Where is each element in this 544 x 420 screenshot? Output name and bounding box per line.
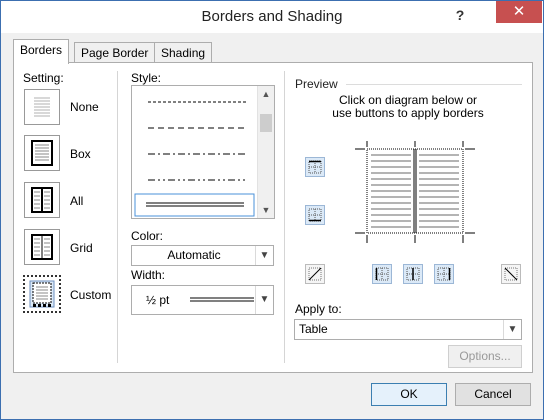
setting-none-button[interactable]	[24, 89, 60, 125]
color-value: Automatic	[167, 248, 221, 262]
left-border-button[interactable]	[372, 264, 392, 284]
chevron-down-icon[interactable]: ▼	[503, 320, 521, 339]
style-selected-item	[134, 193, 255, 217]
color-label: Color:	[131, 229, 164, 243]
setting-grid-button[interactable]	[24, 229, 60, 265]
tab-borders-label: Borders	[20, 43, 63, 57]
scroll-down-arrow-icon[interactable]: ▼	[258, 202, 274, 218]
apply-to-value: Table	[299, 322, 328, 336]
cancel-button[interactable]: Cancel	[455, 383, 531, 406]
bottom-border-icon	[308, 208, 322, 222]
preview-rule	[346, 84, 522, 85]
left-border-icon	[375, 267, 389, 281]
preview-label: Preview	[295, 77, 338, 91]
ok-button[interactable]: OK	[371, 383, 447, 406]
diagonal-up-border-icon	[308, 267, 322, 281]
divider	[117, 71, 118, 363]
preview-instructions-line1: Click on diagram below or	[338, 93, 478, 107]
style-list-scrollbar[interactable]: ▲ ▼	[257, 86, 274, 218]
divider	[284, 71, 285, 363]
tab-shading[interactable]: Shading	[154, 42, 213, 63]
box-setting-icon	[31, 140, 53, 166]
diagonal-down-border-icon	[504, 267, 518, 281]
setting-grid-label: Grid	[70, 241, 93, 255]
preview-instructions-line2: use buttons to apply borders	[332, 106, 484, 120]
apply-to-dropdown[interactable]: Table ▼	[294, 319, 522, 340]
width-label: Width:	[131, 268, 166, 282]
width-dropdown[interactable]: ½ pt ▼	[131, 285, 274, 315]
width-line-sample	[190, 297, 254, 302]
diagonal-down-right-border-button[interactable]	[501, 264, 521, 284]
title-bar: Borders and Shading ? ✕	[1, 1, 543, 33]
style-list[interactable]: ▲ ▼	[131, 85, 275, 219]
setting-box-button[interactable]	[24, 135, 60, 171]
setting-all-label: All	[70, 194, 84, 208]
right-border-button[interactable]	[434, 264, 454, 284]
setting-custom-label: Custom	[70, 288, 112, 302]
none-setting-icon	[34, 97, 50, 117]
tab-page-border[interactable]: Page Border	[74, 42, 156, 63]
chevron-down-icon[interactable]: ▼	[255, 286, 273, 314]
tab-page-border-label: Page Border	[81, 46, 149, 60]
top-border-icon	[308, 160, 322, 174]
right-border-icon	[437, 267, 451, 281]
apply-to-label: Apply to:	[295, 302, 342, 316]
grid-setting-icon	[31, 234, 53, 260]
top-border-button[interactable]	[305, 157, 325, 177]
style-line-samples	[134, 101, 255, 217]
setting-all-button[interactable]	[24, 182, 60, 218]
setting-none-label: None	[70, 100, 99, 114]
inside-vertical-border-button[interactable]	[403, 264, 423, 284]
color-dropdown[interactable]: Automatic ▼	[131, 245, 274, 266]
all-setting-icon	[31, 187, 53, 213]
preview-diagram[interactable]	[353, 141, 477, 251]
tab-shading-label: Shading	[161, 46, 206, 60]
close-button[interactable]: ✕	[496, 1, 542, 23]
setting-label: Setting:	[23, 71, 64, 85]
setting-box-label: Box	[70, 147, 91, 161]
scroll-up-arrow-icon[interactable]: ▲	[258, 86, 274, 102]
scroll-thumb[interactable]	[260, 114, 272, 132]
options-button[interactable]: Options...	[448, 345, 522, 368]
borders-and-shading-dialog: Borders and Shading ? ✕ Borders Page Bor…	[0, 0, 544, 420]
chevron-down-icon[interactable]: ▼	[255, 246, 273, 265]
custom-setting-icon	[29, 280, 55, 308]
setting-custom-button[interactable]	[23, 275, 61, 313]
diagonal-down-border-button[interactable]	[305, 264, 325, 284]
help-button[interactable]: ?	[449, 5, 471, 25]
tab-borders[interactable]: Borders	[13, 39, 70, 64]
bottom-border-button[interactable]	[305, 205, 325, 225]
width-value: ½ pt	[146, 293, 170, 307]
style-label: Style:	[131, 71, 162, 85]
borders-tab-panel: Setting: None Box All Grid Custom Style:…	[13, 62, 533, 373]
inside-vertical-border-icon	[406, 267, 420, 281]
